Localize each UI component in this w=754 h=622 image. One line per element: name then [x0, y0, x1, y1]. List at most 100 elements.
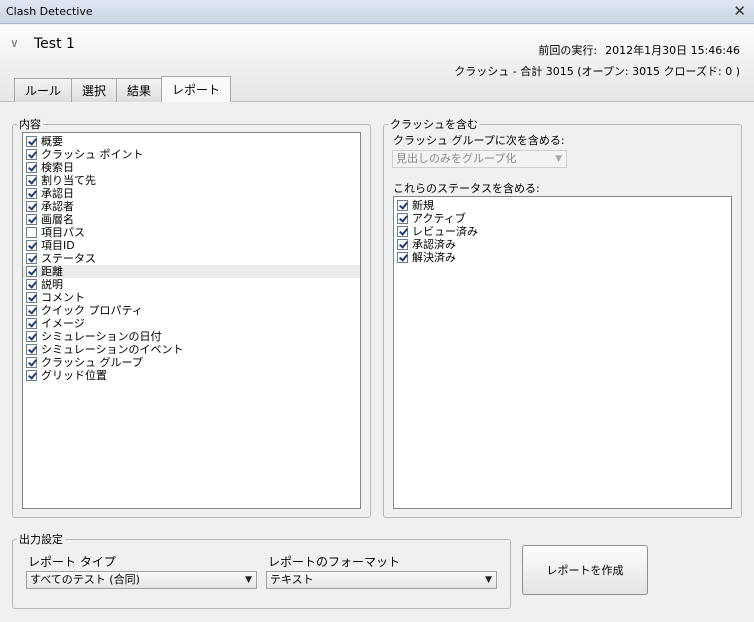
list-item-label: 割り当て先: [41, 174, 96, 187]
checkbox[interactable]: [26, 214, 37, 225]
tab-report[interactable]: レポート: [161, 76, 232, 102]
list-item-label: コメント: [41, 291, 85, 304]
list-item[interactable]: 説明: [23, 278, 360, 291]
report-format-label: レポートのフォーマット: [268, 555, 401, 569]
report-panel: 内容 概要 クラッシュ ポイント 検索日 割り当て先 承認日 承認者 画層名 項目パス 項目ID…: [0, 102, 754, 622]
list-item-label: 概要: [41, 135, 63, 148]
list-item-label: シミュレーションのイベント: [41, 343, 184, 356]
tab-bar: ルール 選択 結果 レポート: [14, 76, 232, 102]
checkbox[interactable]: [397, 213, 408, 224]
list-item[interactable]: 画層名: [23, 213, 360, 226]
checkbox[interactable]: [26, 240, 37, 251]
checkbox[interactable]: [397, 252, 408, 263]
list-item[interactable]: シミュレーションの日付: [23, 330, 360, 343]
checkbox[interactable]: [26, 149, 37, 160]
list-item[interactable]: 承認者: [23, 200, 360, 213]
list-item-label: 画層名: [41, 213, 74, 226]
test-header: ∨ Test 1 前回の実行: 2012年1月30日 15:46:46 クラッシュ…: [0, 25, 754, 102]
list-item[interactable]: 承認済み: [394, 238, 731, 251]
checkbox[interactable]: [26, 201, 37, 212]
last-run: 前回の実行: 2012年1月30日 15:46:46: [538, 42, 740, 58]
list-item-label: クラッシュ グループ: [41, 356, 143, 369]
report-type-value: すべてのテスト (合同): [30, 573, 140, 586]
report-format-select[interactable]: テキスト ▼: [266, 571, 497, 589]
list-item[interactable]: 割り当て先: [23, 174, 360, 187]
status-list[interactable]: 新規 アクティブ レビュー済み 承認済み 解決済み: [393, 196, 732, 509]
tab-select[interactable]: 選択: [71, 78, 118, 102]
list-item-label: 説明: [41, 278, 63, 291]
list-item-label: 項目ID: [41, 239, 75, 252]
list-item[interactable]: イメージ: [23, 317, 360, 330]
list-item[interactable]: 項目パス: [23, 226, 360, 239]
test-name: Test 1: [34, 36, 75, 52]
list-item-label: アクティブ: [412, 212, 466, 225]
checkbox[interactable]: [26, 253, 37, 264]
list-item-label: クラッシュ ポイント: [41, 148, 144, 161]
report-format-value: テキスト: [270, 573, 314, 586]
output-settings-group: 出力設定: [12, 531, 511, 609]
list-item[interactable]: ステータス: [23, 252, 360, 265]
last-run-label: 前回の実行:: [538, 44, 598, 57]
checkbox[interactable]: [26, 331, 37, 342]
checkbox[interactable]: [397, 226, 408, 237]
clash-group-label: クラッシュ グループに次を含める:: [393, 134, 565, 147]
triangle-down-icon: ▼: [555, 154, 562, 164]
list-item-label: 承認日: [41, 187, 74, 200]
last-run-value: 2012年1月30日 15:46:46: [605, 44, 740, 57]
contents-legend: 内容: [19, 118, 41, 131]
list-item[interactable]: クラッシュ ポイント: [23, 148, 360, 161]
list-item[interactable]: 新規: [394, 199, 731, 212]
checkbox[interactable]: [397, 239, 408, 250]
checkbox[interactable]: [26, 175, 37, 186]
title-bar: Clash Detective ✕: [0, 0, 754, 24]
checkbox[interactable]: [26, 188, 37, 199]
checkbox[interactable]: [26, 357, 37, 368]
list-item-label: レビュー済み: [412, 225, 478, 238]
clash-group-value: 見出しのみをグループ化: [396, 152, 517, 165]
list-item[interactable]: グリッド位置: [23, 369, 360, 382]
checkbox[interactable]: [26, 162, 37, 173]
list-item[interactable]: 概要: [23, 135, 360, 148]
checkbox[interactable]: [26, 279, 37, 290]
contents-list[interactable]: 概要 クラッシュ ポイント 検索日 割り当て先 承認日 承認者 画層名 項目パス 項目ID ステー…: [22, 132, 361, 509]
list-item[interactable]: 項目ID: [23, 239, 360, 252]
triangle-down-icon: ▼: [245, 575, 252, 585]
window-title: Clash Detective: [6, 5, 93, 18]
checkbox[interactable]: [397, 200, 408, 211]
create-report-button[interactable]: レポートを作成: [522, 545, 648, 595]
list-item-label: クイック プロパティ: [41, 304, 143, 317]
checkbox[interactable]: [26, 266, 37, 277]
tab-results[interactable]: 結果: [116, 78, 163, 102]
list-item-label: 承認者: [41, 200, 74, 213]
list-item[interactable]: シミュレーションのイベント: [23, 343, 360, 356]
list-item[interactable]: アクティブ: [394, 212, 731, 225]
checkbox[interactable]: [26, 136, 37, 147]
list-item[interactable]: 承認日: [23, 187, 360, 200]
checkbox[interactable]: [26, 292, 37, 303]
list-item[interactable]: クラッシュ グループ: [23, 356, 360, 369]
list-item-label: イメージ: [41, 317, 85, 330]
checkbox[interactable]: [26, 305, 37, 316]
close-icon[interactable]: ✕: [733, 2, 746, 20]
list-item[interactable]: 解決済み: [394, 251, 731, 264]
checkbox[interactable]: [26, 227, 37, 238]
triangle-down-icon: ▼: [485, 575, 492, 585]
list-item[interactable]: クイック プロパティ: [23, 304, 360, 317]
status-label: これらのステータスを含める:: [393, 182, 540, 195]
checkbox[interactable]: [26, 318, 37, 329]
list-item[interactable]: コメント: [23, 291, 360, 304]
output-legend: 出力設定: [19, 533, 63, 546]
list-item-label: 項目パス: [41, 226, 85, 239]
list-item[interactable]: 距離: [23, 265, 360, 278]
list-item-label: ステータス: [41, 252, 96, 265]
checkbox[interactable]: [26, 370, 37, 381]
tab-rules[interactable]: ルール: [14, 78, 73, 102]
checkbox[interactable]: [26, 344, 37, 355]
report-type-select[interactable]: すべてのテスト (合同) ▼: [26, 571, 257, 589]
list-item[interactable]: 検索日: [23, 161, 360, 174]
list-item[interactable]: レビュー済み: [394, 225, 731, 238]
clash-group-select: 見出しのみをグループ化 ▼: [392, 150, 567, 168]
list-item-label: 検索日: [41, 161, 74, 174]
chevron-down-icon[interactable]: ∨: [10, 36, 19, 50]
list-item-label: 解決済み: [412, 251, 456, 264]
